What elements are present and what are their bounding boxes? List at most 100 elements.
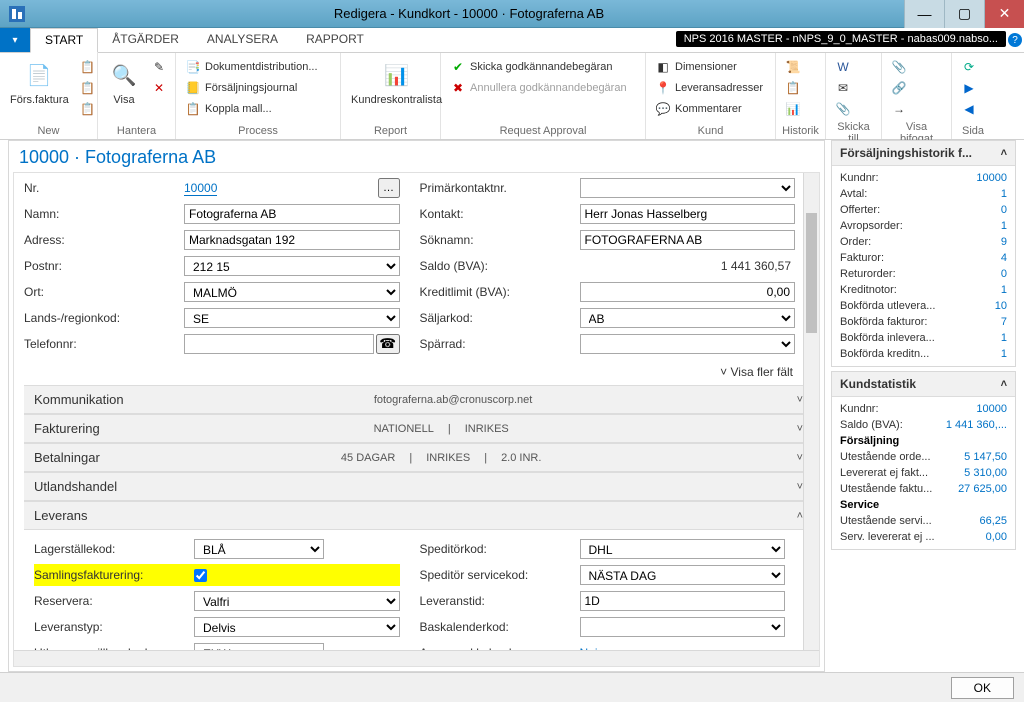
minimize-button[interactable]: — xyxy=(904,0,944,28)
view-label: Visa xyxy=(113,94,134,106)
hist-avrop[interactable]: 1 xyxy=(1001,220,1007,232)
sendto-word[interactable]: W xyxy=(832,57,858,77)
refresh-button[interactable]: ⟳ xyxy=(958,57,984,77)
close-button[interactable]: ✕ xyxy=(984,0,1024,28)
send-approval-button[interactable]: ✔Skicka godkännandebegäran xyxy=(447,57,630,77)
hist-kundnr[interactable]: 10000 xyxy=(976,172,1007,184)
land-select[interactable]: SE xyxy=(184,308,400,328)
acc-utlandshandel[interactable]: Utlandshandel ˅ xyxy=(24,472,813,501)
hist-bokut[interactable]: 10 xyxy=(995,300,1007,312)
sales-journal-button[interactable]: 📒Försäljningsjournal xyxy=(182,78,321,98)
show-more-fields[interactable]: ˅ Visa fler fält xyxy=(720,365,793,379)
ort-select[interactable]: MALMÖ xyxy=(184,282,400,302)
salesbox-title: Försäljningshistorik f... xyxy=(840,146,972,160)
sparrad-select[interactable] xyxy=(580,334,796,354)
ribbon-tabs: ▾ START ÅTGÄRDER ANALYSERA RAPPORT NPS 2… xyxy=(0,28,1024,53)
ok-button[interactable]: OK xyxy=(951,677,1014,699)
hist-kredit[interactable]: 1 xyxy=(1001,284,1007,296)
res-select[interactable]: Valfri xyxy=(194,591,400,611)
adress-label: Adress: xyxy=(24,233,184,247)
hist-retur[interactable]: 0 xyxy=(1001,268,1007,280)
hist-fakturor[interactable]: 4 xyxy=(1001,252,1007,264)
file-menu[interactable]: ▾ xyxy=(0,28,30,52)
tab-start[interactable]: START xyxy=(30,28,98,53)
hist-bokin[interactable]: 1 xyxy=(1001,332,1007,344)
comments-button[interactable]: 💬Kommentarer xyxy=(652,99,766,119)
bask-select[interactable] xyxy=(580,617,786,637)
saljar-select[interactable]: AB xyxy=(580,308,796,328)
acc-leverans[interactable]: Leverans ˄ xyxy=(24,501,813,530)
levtyp-select[interactable]: Delvis xyxy=(194,617,400,637)
hist-avtal[interactable]: 1 xyxy=(1001,188,1007,200)
stat-uteord[interactable]: 5 147,50 xyxy=(964,451,1007,463)
postnr-select[interactable]: 212 15 xyxy=(184,256,400,276)
cancel-approval-button[interactable]: ✖Annullera godkännandebegäran xyxy=(447,78,630,98)
hist-bokkr[interactable]: 1 xyxy=(1001,348,1007,360)
nr-value[interactable]: 10000 xyxy=(184,181,217,196)
show-1[interactable]: 📎 xyxy=(888,57,914,77)
adress-input[interactable] xyxy=(184,230,400,250)
ship-addresses-button[interactable]: 📍Leveransadresser xyxy=(652,78,766,98)
kredit-input[interactable] xyxy=(580,282,796,302)
scrollbar-horizontal[interactable] xyxy=(14,650,819,666)
group-manage-label: Hantera xyxy=(104,123,169,137)
acc-betalningar[interactable]: Betalningar 45 DAGAR|INRIKES|2.0 INR. ˅ xyxy=(24,443,813,472)
sidebox-sales-history: Försäljningshistorik f...˄ Kundnr:10000 … xyxy=(831,140,1016,367)
sendto-3[interactable]: 📎 xyxy=(832,99,858,119)
hist-bokfakt[interactable]: 7 xyxy=(1001,316,1007,328)
bask-label: Baskalenderkod: xyxy=(420,620,580,634)
stat-utefakt[interactable]: 27 625,00 xyxy=(958,483,1007,495)
edit-button[interactable]: ✎ xyxy=(148,57,174,77)
stat-kundnr[interactable]: 10000 xyxy=(976,403,1007,415)
phone-lookup[interactable]: ☎ xyxy=(376,334,400,354)
tab-analysera[interactable]: ANALYSERA xyxy=(193,28,292,52)
saml-checkbox[interactable] xyxy=(194,569,207,582)
levtid-input[interactable] xyxy=(580,591,786,611)
postnr-label: Postnr: xyxy=(24,259,184,273)
next-button[interactable]: ◀ xyxy=(958,99,984,119)
doc-dist-button[interactable]: 📑Dokumentdistribution... xyxy=(182,57,321,77)
spedserv-select[interactable]: NÄSTA DAG xyxy=(580,565,786,585)
soknamn-input[interactable] xyxy=(580,230,796,250)
stat-levej[interactable]: 5 310,00 xyxy=(964,467,1007,479)
telefon-input[interactable] xyxy=(184,334,374,354)
tab-atgarder[interactable]: ÅTGÄRDER xyxy=(98,28,193,52)
show-3[interactable]: → xyxy=(888,99,914,119)
sped-label: Speditörkod: xyxy=(420,542,580,556)
sendto-2[interactable]: ✉ xyxy=(832,78,858,98)
nr-lookup[interactable]: … xyxy=(378,178,400,198)
new-invoice-button[interactable]: 📄 Förs.faktura xyxy=(6,57,73,108)
delete-button[interactable]: ✕ xyxy=(148,78,174,98)
prev-button[interactable]: ▶ xyxy=(958,78,984,98)
history-3[interactable]: 📊 xyxy=(782,99,808,119)
dimensions-button[interactable]: ◧Dimensioner xyxy=(652,57,766,77)
sparrad-label: Spärrad: xyxy=(420,337,580,351)
kontakt-input[interactable] xyxy=(580,204,796,224)
help-icon[interactable]: ? xyxy=(1008,33,1022,47)
hist-offert[interactable]: 0 xyxy=(1001,204,1007,216)
stat-servlev[interactable]: 0,00 xyxy=(986,531,1007,543)
chevron-up-icon: ˄ xyxy=(1001,147,1007,159)
history-1[interactable]: 📜 xyxy=(782,57,808,77)
scrollbar-vertical[interactable] xyxy=(803,173,819,666)
view-button[interactable]: 🔍 Visa xyxy=(104,57,144,108)
namn-input[interactable] xyxy=(184,204,400,224)
acc-fakturering[interactable]: Fakturering NATIONELL|INRIKES ˅ xyxy=(24,414,813,443)
tab-rapport[interactable]: RAPPORT xyxy=(292,28,378,52)
lager-select[interactable]: BLÅ xyxy=(194,539,324,559)
acc-kommunikation[interactable]: Kommunikation fotograferna.ab@cronuscorp… xyxy=(24,385,813,414)
show-2[interactable]: 🔗 xyxy=(888,78,914,98)
sped-select[interactable]: DHL xyxy=(580,539,786,559)
stat-saldo[interactable]: 1 441 360,... xyxy=(946,419,1007,431)
maximize-button[interactable]: ▢ xyxy=(944,0,984,28)
apply-template-button[interactable]: 📋Koppla mall... xyxy=(182,99,321,119)
levtid-label: Leveranstid: xyxy=(420,594,580,608)
stat-uteserv[interactable]: 66,25 xyxy=(979,515,1007,527)
primkontakt-select[interactable] xyxy=(580,178,796,198)
customer-ledger-button[interactable]: 📊 Kundreskontralista xyxy=(347,57,446,108)
group-new-label: New xyxy=(6,123,91,137)
soknamn-label: Söknamn: xyxy=(420,233,580,247)
history-2[interactable]: 📋 xyxy=(782,78,808,98)
sidebox-customer-stats: Kundstatistik˄ Kundnr:10000 Saldo (BVA):… xyxy=(831,371,1016,550)
hist-order[interactable]: 9 xyxy=(1001,236,1007,248)
